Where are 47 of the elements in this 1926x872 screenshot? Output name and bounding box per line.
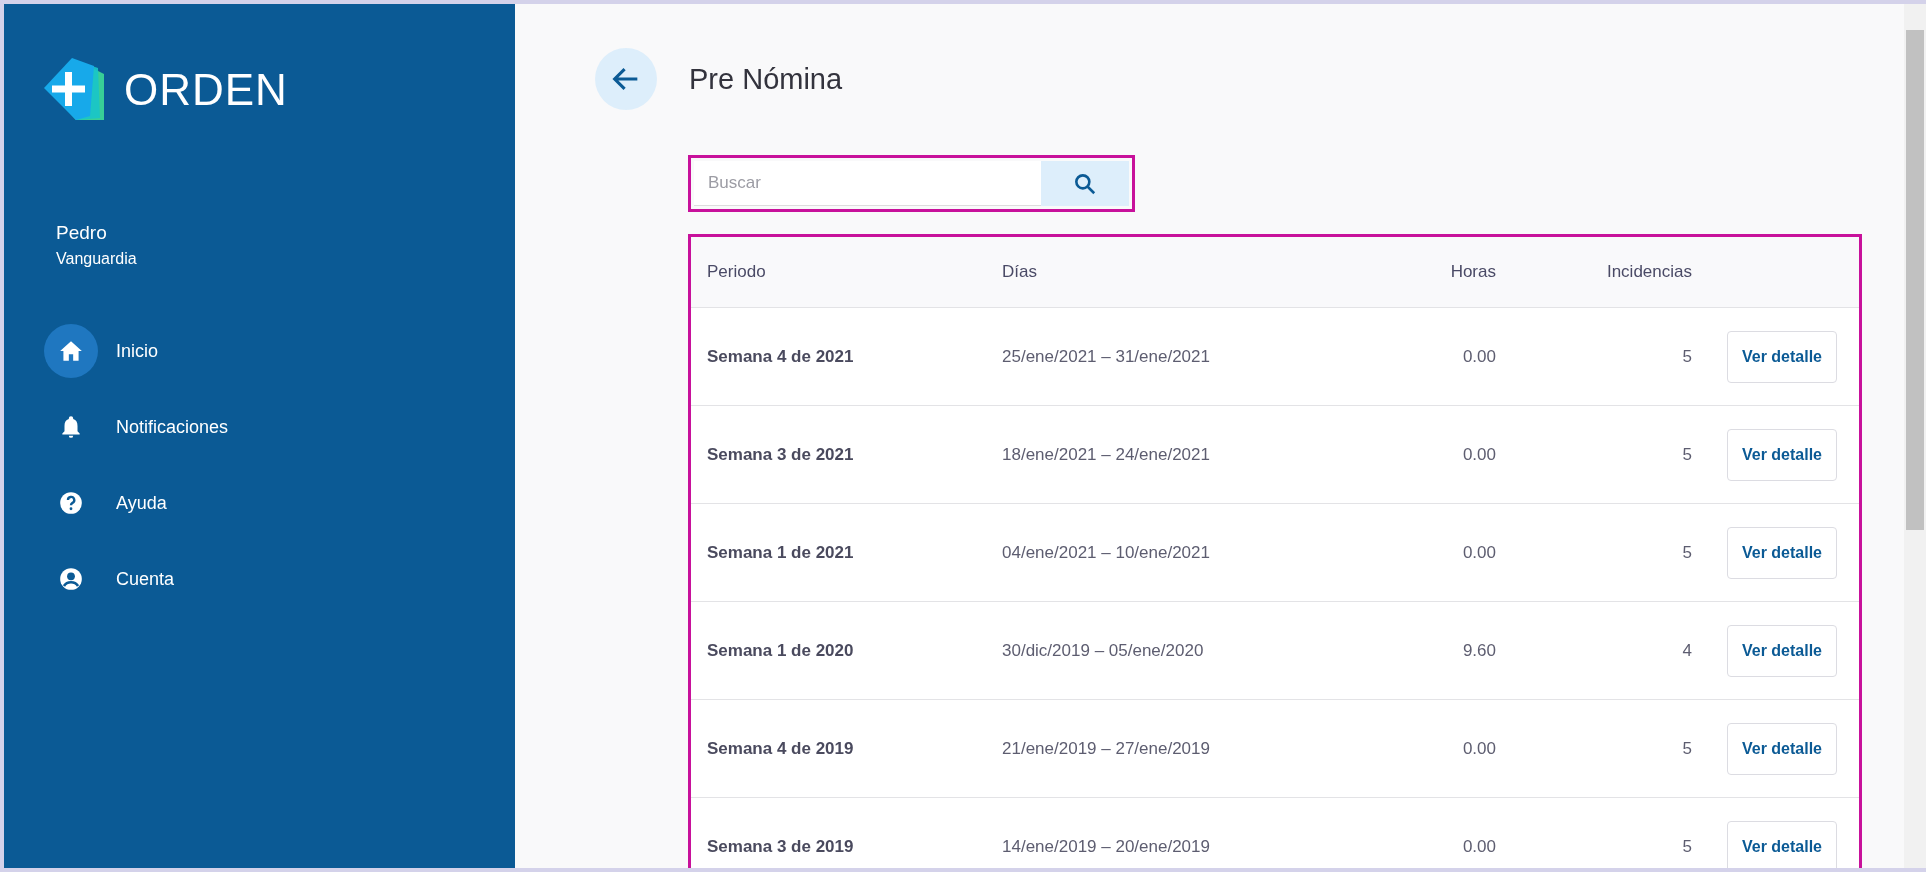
column-header: Horas xyxy=(1449,262,1496,282)
table-cell-text: Semana 4 de 2019 xyxy=(706,738,855,759)
table-cell-text: 04/ene/2021 – 10/ene/2021 xyxy=(1001,542,1211,563)
search-field[interactable]: Buscar xyxy=(694,161,1041,206)
detail-button[interactable]: Ver detalle xyxy=(1726,526,1837,579)
user-name: Pedro xyxy=(56,222,108,244)
table-cell-text: 9.60 xyxy=(1461,640,1496,661)
help-icon xyxy=(58,490,84,516)
table-cell-text: Semana 3 de 2021 xyxy=(706,444,855,465)
table-cell-text: 0.00 xyxy=(1461,346,1496,367)
detail-button[interactable]: Ver detalle xyxy=(1726,428,1837,481)
detail-button[interactable]: Ver detalle xyxy=(1726,624,1837,677)
page-title: Pre Nómina xyxy=(689,62,843,96)
nav-item[interactable]: Ayuda xyxy=(44,476,167,530)
nav-item[interactable]: Cuenta xyxy=(44,552,175,606)
table-cell-text: 5 xyxy=(1681,346,1692,367)
nav-item[interactable]: Notificaciones xyxy=(44,400,229,454)
detail-button[interactable]: Ver detalle xyxy=(1726,330,1837,383)
table-cell-text: Semana 3 de 2019 xyxy=(706,836,855,857)
table-cell-text: 0.00 xyxy=(1461,738,1496,759)
column-header: Periodo xyxy=(706,262,767,282)
detail-button[interactable]: Ver detalle xyxy=(1726,820,1837,868)
table-cell-text: Semana 1 de 2020 xyxy=(706,640,855,661)
column-header: Días xyxy=(1001,262,1038,282)
search-button[interactable] xyxy=(1041,161,1129,206)
table-cell-text: Semana 4 de 2021 xyxy=(706,346,855,367)
column-header: Incidencias xyxy=(1605,262,1692,282)
scrollbar[interactable] xyxy=(1904,4,1926,868)
table-cell-text: 4 xyxy=(1681,640,1692,661)
table-cell-text: 14/ene/2019 – 20/ene/2019 xyxy=(1001,836,1211,857)
account-icon xyxy=(58,566,84,592)
table-cell-text: 21/ene/2019 – 27/ene/2019 xyxy=(1001,738,1211,759)
user-company: Vanguardia xyxy=(56,250,138,268)
logo-text: ORDEN xyxy=(124,65,288,115)
table-cell-text: 0.00 xyxy=(1461,836,1496,857)
table-cell-text: Semana 1 de 2021 xyxy=(706,542,855,563)
table-cell-text: 25/ene/2021 – 31/ene/2021 xyxy=(1001,346,1211,367)
table-cell-text: 18/ene/2021 – 24/ene/2021 xyxy=(1001,444,1211,465)
nav-item[interactable]: Inicio xyxy=(44,324,159,378)
table-cell-text: 0.00 xyxy=(1461,444,1496,465)
detail-button[interactable]: Ver detalle xyxy=(1726,722,1837,775)
table-cell-text: 5 xyxy=(1681,444,1692,465)
table-cell-text: 5 xyxy=(1681,738,1692,759)
table-cell-text: 5 xyxy=(1681,542,1692,563)
table-cell-text: 5 xyxy=(1681,836,1692,857)
table-cell-text: 30/dic/2019 – 05/ene/2020 xyxy=(1001,640,1205,661)
table-cell-text: 0.00 xyxy=(1461,542,1496,563)
